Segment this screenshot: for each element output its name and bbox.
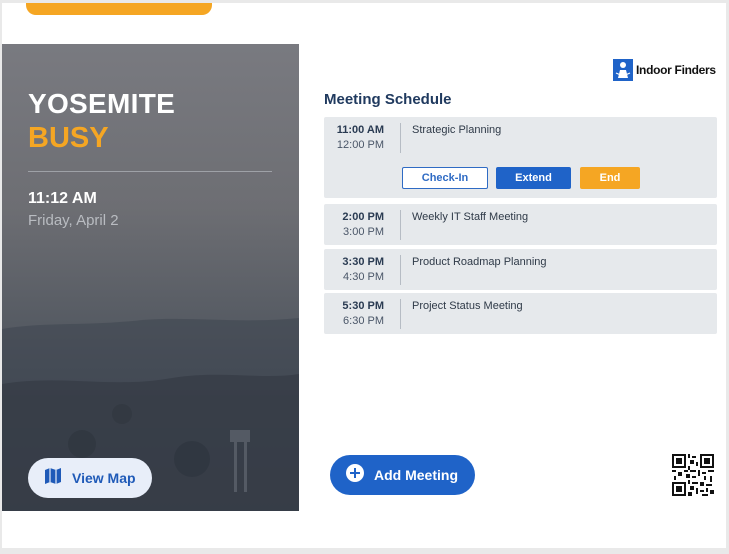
room-name: YOSEMITE <box>28 88 176 119</box>
meeting-divider <box>400 299 401 329</box>
divider <box>28 171 272 172</box>
top-status-tab <box>26 3 212 15</box>
meeting-end-time: 3:00 PM <box>343 226 384 238</box>
view-map-button[interactable]: View Map <box>28 458 152 498</box>
extend-button[interactable]: Extend <box>496 167 571 189</box>
meeting-title: Project Status Meeting <box>412 300 523 312</box>
meeting-start-time: 2:00 PM <box>342 211 384 223</box>
meeting-title: Weekly IT Staff Meeting <box>412 211 529 223</box>
map-icon <box>44 467 62 490</box>
meeting-end-time: 4:30 PM <box>343 271 384 283</box>
meeting-end-time: 12:00 PM <box>336 139 384 151</box>
indoor-finders-logo-icon <box>613 59 633 81</box>
meeting-card-current[interactable]: 11:00 AM 12:00 PM Strategic Planning Che… <box>324 117 717 198</box>
meeting-start-time: 11:00 AM <box>336 124 384 136</box>
meeting-divider <box>400 123 401 153</box>
view-map-label: View Map <box>72 470 136 486</box>
meeting-start-time: 3:30 PM <box>342 256 384 268</box>
meeting-start-time: 5:30 PM <box>342 300 384 312</box>
meeting-title: Strategic Planning <box>412 124 502 136</box>
check-in-button[interactable]: Check-In <box>402 167 488 189</box>
meeting-card[interactable]: 3:30 PM 4:30 PM Product Roadmap Planning <box>324 249 717 290</box>
end-meeting-button[interactable]: End <box>580 167 640 189</box>
plus-circle-icon <box>346 463 364 487</box>
current-date: Friday, April 2 <box>28 212 119 229</box>
meeting-end-time: 6:30 PM <box>343 315 384 327</box>
meeting-card[interactable]: 5:30 PM 6:30 PM Project Status Meeting <box>324 293 717 334</box>
schedule-title: Meeting Schedule <box>324 91 452 108</box>
qr-code-icon <box>672 454 714 501</box>
room-status: BUSY <box>28 122 109 154</box>
room-status-panel: YOSEMITE BUSY 11:12 AM Friday, April 2 V… <box>2 44 299 511</box>
brand-logo: Indoor Finders <box>613 59 716 81</box>
meeting-divider <box>400 210 401 240</box>
meeting-title: Product Roadmap Planning <box>412 256 547 268</box>
add-meeting-button[interactable]: Add Meeting <box>330 455 475 495</box>
meeting-card[interactable]: 2:00 PM 3:00 PM Weekly IT Staff Meeting <box>324 204 717 245</box>
add-meeting-label: Add Meeting <box>374 467 458 483</box>
brand-name: Indoor Finders <box>636 63 716 77</box>
kiosk-screen: YOSEMITE BUSY 11:12 AM Friday, April 2 V… <box>2 3 726 548</box>
current-time: 11:12 AM <box>28 190 97 207</box>
meeting-divider <box>400 255 401 285</box>
